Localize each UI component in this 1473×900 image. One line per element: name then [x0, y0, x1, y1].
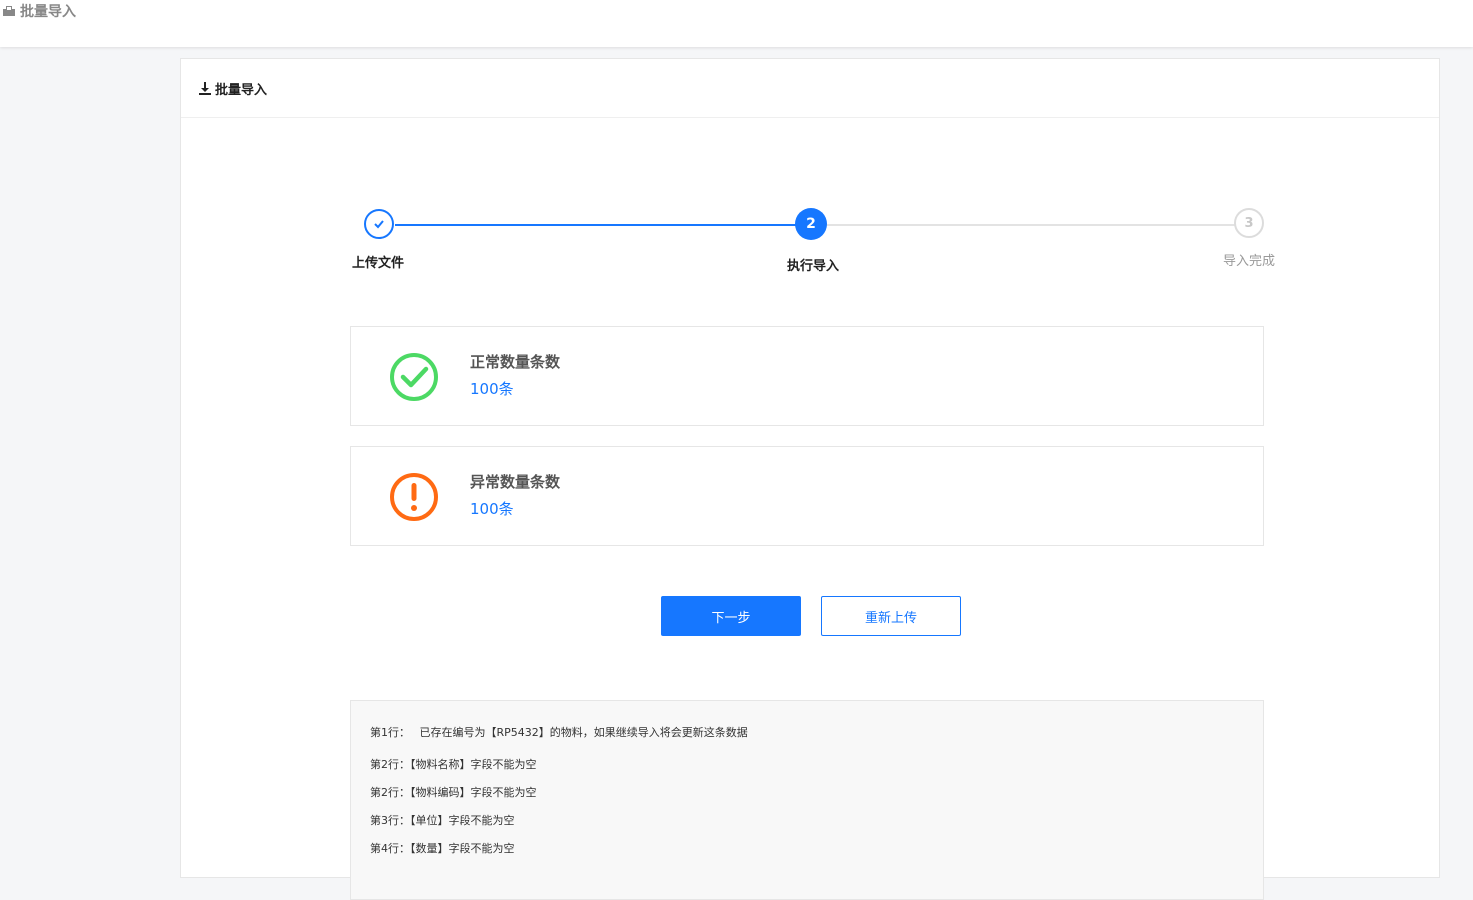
error-row: 第2行：【物料名称】字段不能为空	[370, 758, 1263, 786]
error-row: 第2行：【物料编码】字段不能为空	[370, 786, 1263, 814]
exclamation-circle-icon	[390, 473, 438, 521]
step-1-label: 上传文件	[352, 256, 405, 271]
error-row: 第1行： 已存在编号为【RP5432】的物料，如果继续导入将会更新这条数据	[370, 726, 1263, 758]
error-message: 【物料名称】字段不能为空	[410, 758, 537, 771]
abnormal-count-title: 异常数量条数	[470, 473, 561, 491]
error-message: 【物料编码】字段不能为空	[410, 786, 537, 799]
step-connector-done	[395, 224, 796, 226]
normal-count-title: 正常数量条数	[470, 353, 561, 371]
reupload-button[interactable]: 重新上传	[821, 596, 961, 636]
error-line-number: 第2行：	[370, 758, 410, 771]
inbox-icon	[3, 6, 15, 16]
error-line-number: 第2行：	[370, 786, 410, 799]
step-connector-pending	[826, 224, 1235, 226]
step-2-circle: 2	[795, 208, 827, 240]
normal-count-value: 100条	[470, 380, 514, 398]
next-step-button[interactable]: 下一步	[661, 596, 801, 636]
error-row: 第4行：【数量】字段不能为空	[370, 842, 1263, 870]
abnormal-count-card: 异常数量条数 100条	[350, 446, 1264, 546]
import-stepper: 2 3 上传文件 执行导入 导入完成	[181, 59, 1439, 359]
error-row: 第3行：【单位】字段不能为空	[370, 814, 1263, 842]
check-icon	[374, 220, 384, 229]
normal-count-card: 正常数量条数 100条	[350, 326, 1264, 426]
error-line-number: 第4行：	[370, 842, 410, 855]
check-circle-icon	[390, 353, 438, 401]
import-panel: 批量导入 2 3 上传文件 执行导入 导入完成 正常数量条数 100条 异常数量…	[180, 58, 1440, 900]
step-2-label: 执行导入	[787, 259, 840, 274]
error-message: 【单位】字段不能为空	[410, 814, 515, 827]
step-3-label: 导入完成	[1223, 254, 1276, 269]
error-message: 已存在编号为【RP5432】的物料，如果继续导入将会更新这条数据	[416, 726, 748, 739]
error-line-number: 第3行：	[370, 814, 410, 827]
error-list: 第1行： 已存在编号为【RP5432】的物料，如果继续导入将会更新这条数据 第2…	[350, 700, 1264, 900]
app-title: 批量导入	[2, 1, 76, 21]
abnormal-count-value: 100条	[470, 500, 514, 518]
step-1-circle	[364, 209, 394, 239]
top-bar: 批量导入	[0, 0, 1473, 47]
error-line-number: 第1行：	[370, 726, 410, 739]
step-3-circle: 3	[1234, 208, 1264, 238]
app-title-text: 批量导入	[20, 4, 76, 20]
error-message: 【数量】字段不能为空	[410, 842, 515, 855]
